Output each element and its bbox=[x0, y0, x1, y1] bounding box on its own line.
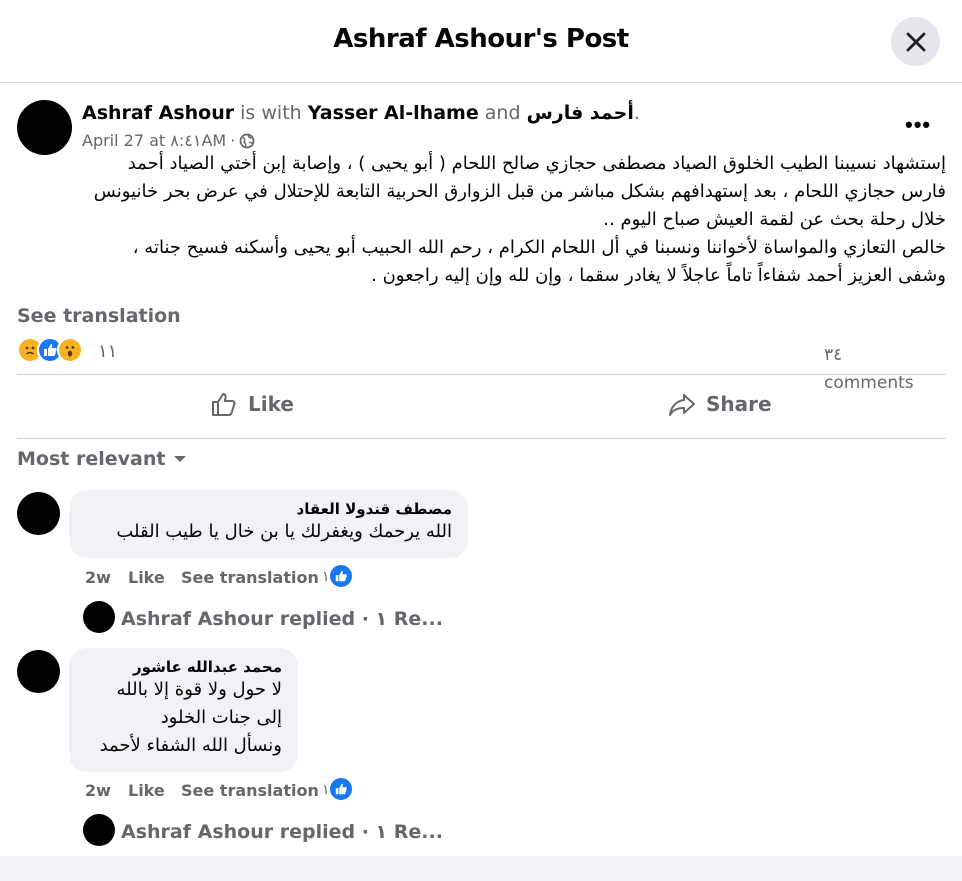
tagged-user-1[interactable]: Yasser Al-lhame bbox=[308, 102, 479, 124]
comment-see-translation[interactable]: See translation bbox=[181, 568, 319, 587]
comment-bubble: محمد عبدالله عاشور لا حول ولا قوة إلا با… bbox=[69, 648, 298, 772]
globe-icon bbox=[239, 133, 255, 148]
post-body-line: فارس حجازي اللحام ، بعد إستهدافهم بشكل م… bbox=[93, 181, 946, 202]
view-replies-link[interactable]: Ashraf Ashour replied · ١ Re... bbox=[121, 608, 443, 630]
view-replies-link[interactable]: Ashraf Ashour replied · ١ Re... bbox=[121, 821, 443, 843]
comment-time[interactable]: 2w bbox=[85, 781, 111, 800]
period-text: . bbox=[633, 102, 640, 124]
post-date[interactable]: April 27 at ٨:٤١AM bbox=[82, 131, 226, 150]
like-badge-icon[interactable] bbox=[328, 563, 354, 589]
comment-time[interactable]: 2w bbox=[85, 568, 111, 587]
author-name[interactable]: Ashraf Ashour bbox=[82, 102, 234, 124]
author-avatar[interactable] bbox=[17, 100, 72, 155]
comments-count[interactable]: ٣٤ comments bbox=[824, 341, 934, 397]
like-button[interactable]: Like bbox=[210, 386, 294, 422]
post-dialog: Ashraf Ashour's Post Ashraf Ashour is wi… bbox=[0, 0, 962, 856]
commenter-name[interactable]: مصطف قندولا العقاد bbox=[85, 500, 452, 518]
share-label: Share bbox=[706, 392, 772, 416]
comment-text: ونسأل الله الشفاء لأحمد bbox=[99, 735, 282, 756]
post-body-line: خلال رحلة بحث عن لقمة العيش صباح اليوم .… bbox=[603, 209, 946, 230]
more-options-button[interactable]: ••• bbox=[905, 112, 931, 138]
commenter-avatar[interactable] bbox=[17, 650, 60, 693]
caret-down-icon bbox=[174, 456, 187, 462]
post-body-line: خالص التعازي والمواساة لأخواننا ونسبنا ف… bbox=[132, 237, 946, 258]
post-body-line: وشفى العزيز أحمد شفاءاً تاماً عاجلاً لا … bbox=[371, 265, 946, 286]
close-icon bbox=[906, 32, 925, 51]
divider bbox=[17, 438, 946, 439]
post-body-line: إستشهاد نسيبنا الطيب الخلوق الصياد مصطفى… bbox=[127, 153, 946, 174]
comment-see-translation[interactable]: See translation bbox=[181, 781, 319, 800]
share-button[interactable]: Share bbox=[668, 386, 772, 422]
and-text: and bbox=[484, 102, 521, 124]
dialog-header: Ashraf Ashour's Post bbox=[0, 0, 962, 83]
thumbs-up-icon bbox=[212, 393, 236, 416]
post-author-line: Ashraf Ashour is with Yasser Al-lhame an… bbox=[82, 102, 640, 124]
wow-reaction-icon bbox=[57, 337, 83, 363]
close-button[interactable] bbox=[891, 17, 940, 66]
reaction-count[interactable]: ١١ bbox=[98, 341, 117, 362]
comment-filter-label: Most relevant bbox=[17, 448, 166, 470]
reactions-summary[interactable] bbox=[17, 337, 83, 363]
reply-avatar[interactable] bbox=[83, 601, 115, 633]
dialog-title: Ashraf Ashour's Post bbox=[333, 24, 629, 54]
reply-avatar[interactable] bbox=[83, 814, 115, 846]
comment-like-button[interactable]: Like bbox=[128, 781, 165, 800]
see-translation-link[interactable]: See translation bbox=[17, 305, 181, 327]
like-label: Like bbox=[248, 392, 294, 416]
share-icon bbox=[669, 394, 695, 416]
like-badge-icon[interactable] bbox=[328, 776, 354, 802]
post-meta: April 27 at ٨:٤١AM · bbox=[82, 131, 255, 150]
post-body: إستشهاد نسيبنا الطيب الخلوق الصياد مصطفى… bbox=[14, 150, 946, 290]
is-with-text: is with bbox=[240, 102, 302, 124]
comment-text: لا حول ولا قوة إلا بالله bbox=[116, 679, 282, 700]
tagged-user-2[interactable]: أحمد فارس bbox=[527, 102, 634, 124]
comment-text: الله يرحمك ويغفرلك يا بن خال يا طيب القل… bbox=[116, 521, 452, 542]
divider bbox=[17, 374, 946, 375]
comment-text: إلى جنات الخلود bbox=[160, 707, 282, 728]
comment-filter-dropdown[interactable]: Most relevant bbox=[17, 448, 187, 470]
commenter-avatar[interactable] bbox=[17, 492, 60, 535]
comment-bubble: مصطف قندولا العقاد الله يرحمك ويغفرلك يا… bbox=[69, 490, 468, 558]
comment-like-button[interactable]: Like bbox=[128, 568, 165, 587]
meta-dot: · bbox=[230, 131, 236, 150]
commenter-name[interactable]: محمد عبدالله عاشور bbox=[85, 658, 282, 676]
